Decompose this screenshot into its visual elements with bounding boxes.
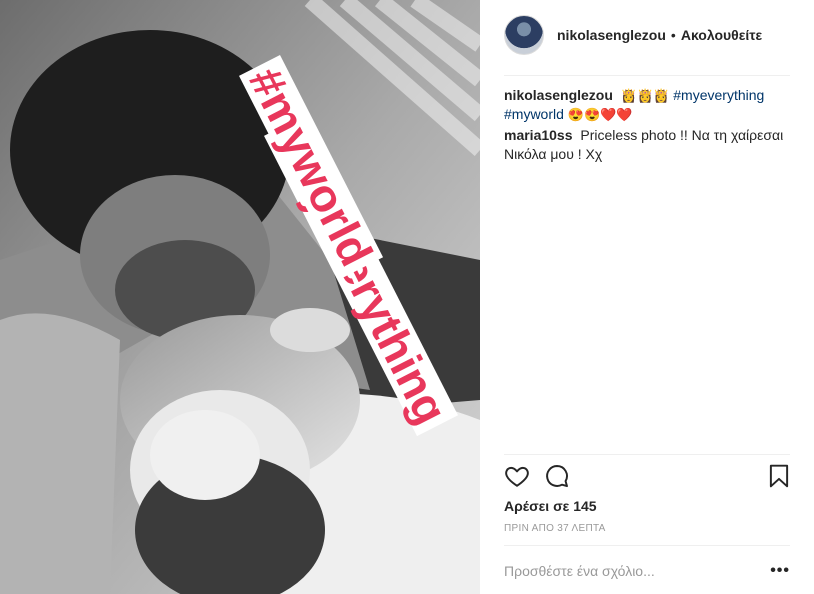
comment-username[interactable]: maria10ss: [504, 127, 573, 143]
avatar[interactable]: [504, 15, 544, 55]
post-sidebar: nikolasenglezou • Ακολουθείτε nikolaseng…: [480, 0, 814, 594]
likes-count[interactable]: Αρέσει σε 145: [504, 498, 597, 514]
caption-comment: nikolasenglezou 👸👸👸 #myeverything #mywor…: [504, 86, 794, 124]
header-username[interactable]: nikolasenglezou: [557, 27, 666, 43]
header-divider: [504, 75, 790, 76]
bookmark-icon[interactable]: [766, 463, 792, 489]
overlay-hashtag-myworld: #myworld: [239, 55, 383, 278]
add-comment-bar: •••: [504, 553, 790, 591]
heart-icon[interactable]: [504, 463, 530, 489]
photo-overlay-tags: #myeverything #myworld: [0, 0, 480, 594]
post-timestamp[interactable]: ΠΡΙΝ ΑΠΟ 37 ΛΕΠΤΑ: [504, 523, 606, 534]
hashtag-link[interactable]: #myeverything: [673, 87, 764, 103]
actions-divider: [504, 454, 790, 455]
hashtag-link[interactable]: #myworld: [504, 106, 564, 122]
comment-username[interactable]: nikolasenglezou: [504, 87, 613, 103]
add-comment-input[interactable]: [504, 553, 754, 589]
following-button[interactable]: Ακολουθείτε: [681, 27, 762, 43]
comments-list: nikolasenglezou 👸👸👸 #myeverything #mywor…: [504, 86, 794, 166]
caption-emoji-prefix: 👸👸👸: [620, 88, 670, 103]
speech-bubble-icon[interactable]: [544, 463, 570, 489]
header-separator: •: [670, 27, 676, 43]
comment-divider: [504, 545, 790, 546]
post-actions: [504, 463, 790, 493]
caption-emoji-suffix: 😍😍❤️❤️: [567, 107, 633, 122]
post-photo[interactable]: #myeverything #myworld: [0, 0, 480, 594]
list-item: maria10ss Priceless photo !! Να τη χαίρε…: [504, 126, 794, 164]
more-options-button[interactable]: •••: [770, 562, 790, 580]
post-header: nikolasenglezou • Ακολουθείτε: [504, 13, 790, 57]
